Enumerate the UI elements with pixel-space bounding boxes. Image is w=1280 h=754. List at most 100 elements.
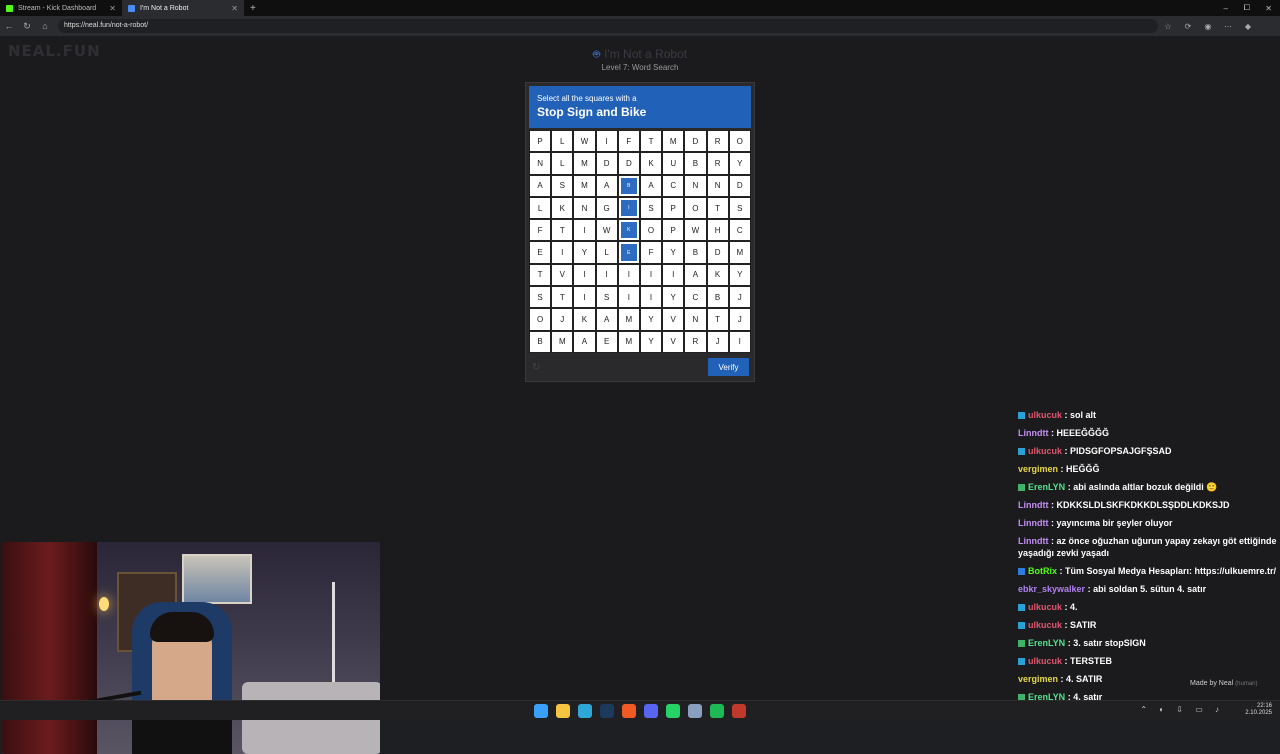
grid-cell[interactable]: A (529, 174, 552, 197)
grid-cell[interactable]: A (595, 308, 618, 331)
grid-cell[interactable]: K (639, 152, 663, 175)
grid-cell[interactable]: T (551, 219, 574, 242)
file-explorer-icon[interactable] (556, 704, 570, 718)
discord-icon[interactable] (644, 704, 658, 718)
grid-cell[interactable]: F (617, 130, 640, 153)
chat-username[interactable]: BotRix (1028, 566, 1057, 576)
grid-cell[interactable]: S (551, 174, 574, 197)
gamepad-icon[interactable] (688, 704, 702, 718)
grid-cell[interactable]: V (662, 330, 685, 353)
close-tab-icon[interactable]: ✕ (109, 4, 116, 13)
grid-cell[interactable]: J (728, 308, 751, 331)
grid-cell[interactable]: L (529, 196, 552, 220)
grid-cell[interactable]: R (706, 152, 729, 175)
grid-cell[interactable]: O (684, 196, 707, 220)
clock[interactable]: 22:16 2.10.2025 (1245, 703, 1272, 717)
grid-cell[interactable]: M (617, 308, 640, 331)
grid-cell[interactable]: W (573, 130, 596, 153)
bookmark-star-icon[interactable]: ☆ (1158, 22, 1178, 31)
grid-cell[interactable]: T (639, 130, 663, 153)
grid-cell[interactable]: D (728, 174, 751, 197)
grid-cell[interactable]: Y (662, 286, 685, 309)
chat-username[interactable]: ebkr_skywalker (1018, 584, 1085, 594)
grid-cell[interactable]: E (529, 241, 552, 264)
grid-cell[interactable]: V (662, 308, 685, 331)
close-tab-icon[interactable]: ✕ (231, 4, 238, 13)
chat-username[interactable]: ulkucuk (1028, 410, 1062, 420)
grid-cell[interactable]: T (706, 196, 729, 220)
grid-cell[interactable]: J (551, 308, 574, 331)
grid-cell[interactable]: K (551, 196, 574, 220)
grid-cell[interactable]: J (728, 286, 751, 309)
grid-cell[interactable]: M (728, 241, 751, 264)
grid-cell-selected[interactable]: I (617, 196, 640, 220)
back-icon[interactable]: ← (0, 21, 18, 31)
grid-cell[interactable]: Y (639, 330, 663, 353)
grid-cell[interactable]: O (529, 308, 552, 331)
grid-cell[interactable]: W (684, 219, 707, 242)
grid-cell[interactable]: A (573, 330, 596, 353)
spotify-icon[interactable] (710, 704, 724, 718)
verify-button[interactable]: Verify (708, 358, 749, 376)
grid-cell[interactable]: O (728, 130, 751, 153)
extensions-icon[interactable]: ⟳ (1178, 22, 1198, 31)
grid-cell[interactable]: I (595, 130, 618, 153)
minimize-button[interactable]: – (1224, 0, 1228, 16)
grid-cell[interactable]: C (728, 219, 751, 242)
grid-cell[interactable]: B (684, 152, 707, 175)
grid-cell[interactable]: A (639, 174, 663, 197)
grid-cell[interactable]: U (662, 152, 685, 175)
obs-icon[interactable] (732, 704, 746, 718)
grid-cell[interactable]: P (662, 219, 685, 242)
grid-cell[interactable]: F (529, 219, 552, 242)
grid-cell[interactable]: B (529, 330, 552, 353)
system-tray[interactable]: ⌃ ◐ ⇩ ▭ ♪ (1140, 705, 1224, 714)
profile-icon[interactable]: ◉ (1198, 22, 1218, 31)
menu-icon[interactable]: ⋯ (1218, 22, 1238, 31)
chat-username[interactable]: ErenLYN (1028, 482, 1065, 492)
edge-icon[interactable] (578, 704, 592, 718)
grid-cell[interactable]: K (706, 263, 729, 287)
grid-cell[interactable]: L (595, 241, 618, 264)
grid-cell-selected[interactable]: E (617, 241, 640, 264)
grid-cell[interactable]: D (595, 152, 618, 175)
reload-icon[interactable]: ↻ (18, 21, 36, 32)
grid-cell[interactable]: A (595, 174, 618, 197)
grid-cell[interactable]: A (684, 263, 707, 287)
grid-cell[interactable]: I (573, 219, 596, 242)
grid-cell[interactable]: Y (662, 241, 685, 264)
grid-cell[interactable]: S (639, 196, 663, 220)
chat-username[interactable]: ulkucuk (1028, 602, 1062, 612)
grid-cell[interactable]: S (529, 286, 552, 309)
grid-cell[interactable]: C (684, 286, 707, 309)
grid-cell[interactable]: M (573, 152, 596, 175)
grid-cell-selected[interactable]: K (617, 219, 640, 242)
grid-cell[interactable]: B (684, 241, 707, 264)
grid-cell[interactable]: I (617, 263, 640, 287)
grid-cell[interactable]: N (529, 152, 552, 175)
grid-cell[interactable]: B (706, 286, 729, 309)
steam-icon[interactable] (600, 704, 614, 718)
chat-username[interactable]: ulkucuk (1028, 656, 1062, 666)
chat-username[interactable]: ulkucuk (1028, 620, 1062, 630)
grid-cell[interactable]: T (706, 308, 729, 331)
chat-username[interactable]: Linndtt (1018, 536, 1049, 546)
chat-username[interactable]: Linndtt (1018, 428, 1049, 438)
grid-cell[interactable]: R (684, 330, 707, 353)
grid-cell[interactable]: I (639, 286, 663, 309)
brave-icon[interactable] (622, 704, 636, 718)
grid-cell[interactable]: T (529, 263, 552, 287)
grid-cell[interactable]: M (551, 330, 574, 353)
grid-cell[interactable]: J (706, 330, 729, 353)
grid-cell[interactable]: P (662, 196, 685, 220)
grid-cell[interactable]: I (595, 263, 618, 287)
grid-cell[interactable]: M (617, 330, 640, 353)
grid-cell[interactable]: E (595, 330, 618, 353)
grid-cell[interactable]: I (728, 330, 751, 353)
home-icon[interactable]: ⌂ (36, 21, 54, 31)
grid-cell[interactable]: I (551, 241, 574, 264)
grid-cell[interactable]: I (617, 286, 640, 309)
grid-cell[interactable]: K (573, 308, 596, 331)
grid-cell[interactable]: N (573, 196, 596, 220)
grid-cell[interactable]: D (706, 241, 729, 264)
